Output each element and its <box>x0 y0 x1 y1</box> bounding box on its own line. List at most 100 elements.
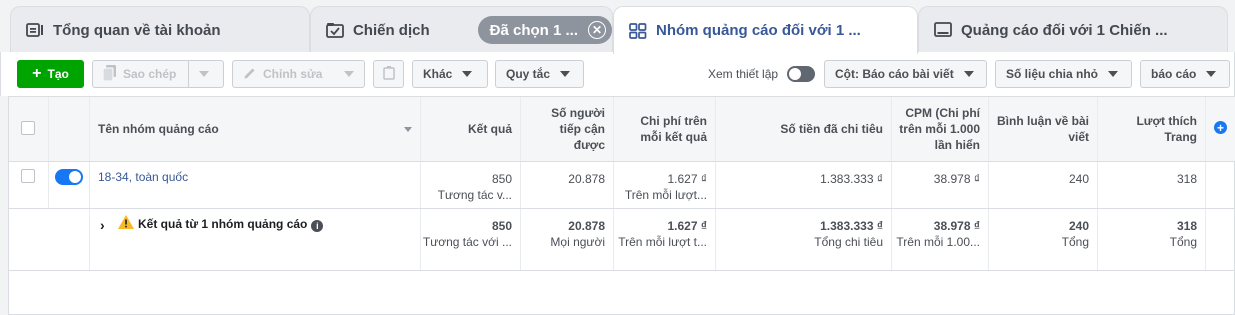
chevron-down-icon[interactable] <box>344 71 355 77</box>
add-column-icon[interactable]: + <box>1214 121 1227 134</box>
reports-button[interactable]: báo cáo <box>1140 60 1230 88</box>
tab-account-overview[interactable]: Tổng quan về tài khoản <box>10 6 310 53</box>
header-cpm-label: CPM (Chi phí trên mỗi 1.000 lần hiển <box>899 106 980 152</box>
sort-caret-icon[interactable] <box>404 127 412 132</box>
create-label: Tạo <box>47 67 69 81</box>
ad-sets-table: Tên nhóm quảng cáo Kết quả Số người tiếp… <box>8 96 1235 315</box>
expand-chevron-icon[interactable]: › <box>100 217 105 233</box>
row-spent-cell: 1.383.333 ₫ <box>716 162 892 208</box>
row-comments-cell: 240 <box>989 162 1098 208</box>
more-label: Khác <box>423 67 453 81</box>
ad-set-name-link[interactable]: 18-34, toàn quốc <box>98 170 188 184</box>
summary-label: Kết quả từ 1 nhóm quảng cáo i <box>138 217 324 232</box>
tab-label: Chiến dịch <box>352 21 430 39</box>
summary-cpm-value: 38.978 ₫ <box>933 219 980 233</box>
tab-label: Quảng cáo đối với 1 Chiến ... <box>961 21 1168 39</box>
tab-ad-sets[interactable]: Nhóm quảng cáo đối với 1 ... <box>613 6 918 54</box>
row-cpm-cell: 38.978 ₫ <box>892 162 989 208</box>
row-cost-cell: 1.627 ₫ Trên mỗi lượt... <box>614 162 716 208</box>
tab-campaigns[interactable]: Chiến dịch Đã chọn 1 ... ✕ <box>310 6 613 53</box>
header-results[interactable]: Kết quả <box>421 97 521 161</box>
results-value: 850 <box>491 172 512 186</box>
toolbar: + Tạo Sao chép Chỉnh sửa Khác Quy tắc Xe… <box>0 52 1235 96</box>
columns-label: Cột: Báo cáo bài viết <box>835 67 954 81</box>
edit-button[interactable]: Chỉnh sửa <box>232 60 365 88</box>
columns-button[interactable]: Cột: Báo cáo bài viết <box>824 60 987 88</box>
ads-manager-window: Tổng quan về tài khoản Chiến dịch Đã chọ… <box>0 0 1235 315</box>
table-row[interactable]: 18-34, toàn quốc 850 Tương tác v... 20.8… <box>9 162 1235 209</box>
delete-button[interactable] <box>373 60 404 88</box>
selection-chip[interactable]: Đã chọn 1 ... ✕ <box>477 16 612 44</box>
header-cost-per-result-label: Chi phí trên mỗi kết quả <box>640 114 707 144</box>
copy-divider <box>188 61 190 87</box>
row-checkbox[interactable] <box>21 169 35 183</box>
header-reach-label: Số người tiếp cận được <box>551 106 605 152</box>
header-cost-per-result[interactable]: Chi phí trên mỗi kết quả <box>614 97 716 161</box>
view-setup-label: Xem thiết lập <box>708 67 779 81</box>
header-results-label: Kết quả <box>467 122 512 136</box>
header-page-likes[interactable]: Lượt thích Trang <box>1098 97 1206 161</box>
tab-label: Nhóm quảng cáo đối với 1 ... <box>656 22 861 39</box>
header-name-label: Tên nhóm quảng cáo <box>98 122 219 136</box>
trash-icon <box>382 65 395 83</box>
summary-cpm-sub: Trên mỗi 1.00... <box>896 235 980 249</box>
row-likes-cell: 318 <box>1098 162 1206 208</box>
select-all-checkbox[interactable] <box>21 121 35 135</box>
tab-ads[interactable]: Quảng cáo đối với 1 Chiến ... <box>918 6 1228 53</box>
summary-comments-sub: Tổng <box>1061 235 1089 249</box>
header-cpm[interactable]: CPM (Chi phí trên mỗi 1.000 lần hiển <box>892 97 989 161</box>
chevron-down-icon[interactable] <box>199 71 210 77</box>
cost-per-result-value: 1.627 ₫ <box>667 172 707 186</box>
summary-cpm-cell: 38.978 ₫ Trên mỗi 1.00... <box>892 209 989 270</box>
summary-comments-cell: 240 Tổng <box>989 209 1098 270</box>
ad-monitor-icon <box>933 21 953 39</box>
tab-label: Tổng quan về tài khoản <box>53 21 221 39</box>
info-icon[interactable]: i <box>311 220 324 232</box>
header-amount-spent[interactable]: Số tiền đã chi tiêu <box>716 97 892 161</box>
summary-cost-value: 1.627 ₫ <box>667 219 707 233</box>
header-select-cell <box>9 97 49 161</box>
copy-icon <box>102 64 117 84</box>
page-likes-value: 318 <box>1176 172 1197 186</box>
chevron-down-icon <box>1206 71 1217 77</box>
summary-spent-cell: 1.383.333 ₫ Tổng chi tiêu <box>716 209 892 270</box>
breakdown-button[interactable]: Số liệu chia nhỏ <box>995 60 1132 88</box>
cpm-value: 38.978 ₫ <box>933 172 980 186</box>
warning-icon <box>118 215 134 232</box>
row-toggle-cell <box>49 162 90 208</box>
chevron-down-icon <box>462 71 473 77</box>
reach-value: 20.878 <box>568 172 605 186</box>
level-tabs: Tổng quan về tài khoản Chiến dịch Đã chọ… <box>0 0 1235 54</box>
selection-chip-label: Đã chọn 1 ... <box>489 21 578 39</box>
header-amount-spent-label: Số tiền đã chi tiêu <box>780 122 883 136</box>
chevron-down-icon <box>560 71 571 77</box>
rules-button[interactable]: Quy tắc <box>495 60 584 88</box>
copy-button[interactable]: Sao chép <box>92 60 224 88</box>
summary-end-cell <box>1206 209 1235 270</box>
reports-label: báo cáo <box>1151 67 1197 81</box>
summary-name-cell: › Kết quả từ 1 nhóm quảng cáo i <box>9 209 421 270</box>
ad-set-status-toggle[interactable] <box>55 169 83 185</box>
ad-set-grid-icon <box>628 22 648 40</box>
amount-spent-value: 1.383.333 ₫ <box>820 172 883 186</box>
breakdown-label: Số liệu chia nhỏ <box>1006 67 1099 81</box>
header-post-comments[interactable]: Bình luận về bài viết <box>989 97 1098 161</box>
header-name[interactable]: Tên nhóm quảng cáo <box>90 97 421 161</box>
header-reach[interactable]: Số người tiếp cận được <box>521 97 614 161</box>
pencil-icon <box>243 66 257 83</box>
cost-per-result-sub: Trên mỗi lượt... <box>624 188 707 202</box>
summary-comments-value: 240 <box>1068 219 1089 233</box>
summary-reach-cell: 20.878 Mọi người <box>521 209 614 270</box>
row-results-cell: 850 Tương tác v... <box>421 162 521 208</box>
table-header: Tên nhóm quảng cáo Kết quả Số người tiếp… <box>9 97 1235 162</box>
more-button[interactable]: Khác <box>412 60 488 88</box>
summary-reach-sub: Mọi người <box>550 235 605 249</box>
rules-label: Quy tắc <box>506 67 551 81</box>
view-setup-toggle[interactable] <box>787 66 815 82</box>
summary-label-area: › Kết quả từ 1 nhóm quảng cáo i <box>90 209 421 270</box>
create-button[interactable]: + Tạo <box>17 60 84 88</box>
row-name-cell: 18-34, toàn quốc <box>90 162 421 208</box>
toggle-knob <box>69 171 81 183</box>
toggle-knob <box>789 68 801 80</box>
clear-selection-icon[interactable]: ✕ <box>588 21 606 39</box>
